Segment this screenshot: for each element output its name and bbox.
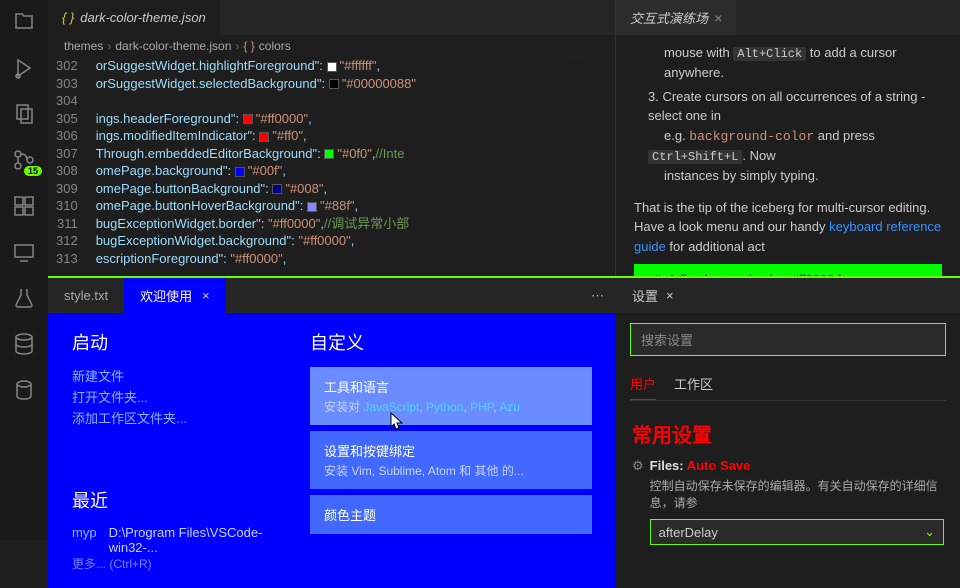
database-icon[interactable] xyxy=(12,332,36,356)
scope-workspace-tab[interactable]: 工作区 xyxy=(674,368,713,400)
open-folder-link[interactable]: 打开文件夹... xyxy=(72,388,282,409)
settings-search-input[interactable]: 搜索设置 xyxy=(630,323,946,356)
editor-pane: { } dark-color-theme.json themes› dark-c… xyxy=(48,0,616,276)
welcome-pane: style.txt 欢迎使用 × ⋯ 启动 新建文件 打开文件夹... 添加工作… xyxy=(48,278,616,588)
add-workspace-link[interactable]: 添加工作区文件夹... xyxy=(72,409,282,430)
minimap[interactable]: ▓▓▓░░▓▓░░▓░▓▓▓░░░▓▓░░▓░░░▓▓▓░░▓▓░░▓░▓▓▓░… xyxy=(570,57,615,276)
autosave-select[interactable]: afterDelay ⌄ xyxy=(650,519,944,545)
start-heading: 启动 xyxy=(72,329,282,355)
explorer-icon[interactable] xyxy=(12,10,36,34)
tab-playground[interactable]: 交互式演练场 × xyxy=(616,0,736,35)
tab-label: dark-color-theme.json xyxy=(80,10,205,25)
card-color-theme[interactable]: 颜色主题 xyxy=(310,495,592,534)
code-sample: #p1 {background-color: #ff0000;} #p2 {ba… xyxy=(634,264,942,276)
playground-pane: 交互式演练场 × mouse with Alt+Click to add a c… xyxy=(616,0,960,276)
card-keybindings[interactable]: 设置和按键绑定 安装 Vim, Sublime, Atom 和 其他 的... xyxy=(310,431,592,489)
run-icon[interactable] xyxy=(12,56,36,80)
activity-bar: 15 xyxy=(0,0,48,540)
section-common: 常用设置 xyxy=(632,419,944,448)
tab-style-txt[interactable]: style.txt xyxy=(48,280,124,311)
main-area: { } dark-color-theme.json themes› dark-c… xyxy=(48,0,960,540)
scope-user-tab[interactable]: 用户 xyxy=(630,368,656,400)
close-icon[interactable]: × xyxy=(666,288,674,303)
scm-badge: 15 xyxy=(24,166,42,176)
chevron-down-icon: ⌄ xyxy=(924,524,935,540)
close-icon[interactable]: × xyxy=(714,10,722,26)
customize-heading: 自定义 xyxy=(310,329,592,355)
editor-tabs: { } dark-color-theme.json xyxy=(48,0,615,35)
extensions-icon[interactable] xyxy=(12,194,36,218)
setting-desc: 控制自动保存未保存的编辑器。有关自动保存的详细信息，请参 xyxy=(650,477,944,511)
recent-item[interactable]: myp D:\Program Files\VSCode-win32-... xyxy=(72,525,282,555)
breadcrumb[interactable]: themes› dark-color-theme.json› { }colors xyxy=(48,35,615,57)
recent-heading: 最近 xyxy=(72,487,282,513)
new-file-link[interactable]: 新建文件 xyxy=(72,367,282,388)
setting-title: Files: Auto Save xyxy=(650,458,944,473)
settings-pane: 设置 × 搜索设置 用户 工作区 常用设置 ⚙ Files: Auto Save… xyxy=(616,278,960,588)
beaker-icon[interactable] xyxy=(12,286,36,310)
tab-json-file[interactable]: { } dark-color-theme.json xyxy=(48,0,220,35)
code-editor[interactable]: 302303304305306307308309310311312313 orS… xyxy=(48,57,615,276)
tab-welcome[interactable]: 欢迎使用 × xyxy=(124,278,226,313)
gear-icon[interactable]: ⚙ xyxy=(632,458,644,474)
remote-icon[interactable] xyxy=(12,240,36,264)
close-icon[interactable]: × xyxy=(202,288,210,303)
card-tools-lang[interactable]: 工具和语言 安装对 JavaScript, Python, PHP, Azu xyxy=(310,367,592,425)
tab-settings[interactable]: 设置 × xyxy=(616,278,690,313)
source-control-icon[interactable]: 15 xyxy=(12,148,36,172)
copy-icon[interactable] xyxy=(12,102,36,126)
more-actions-icon[interactable]: ⋯ xyxy=(579,288,616,304)
cylinder-icon[interactable] xyxy=(12,378,36,402)
